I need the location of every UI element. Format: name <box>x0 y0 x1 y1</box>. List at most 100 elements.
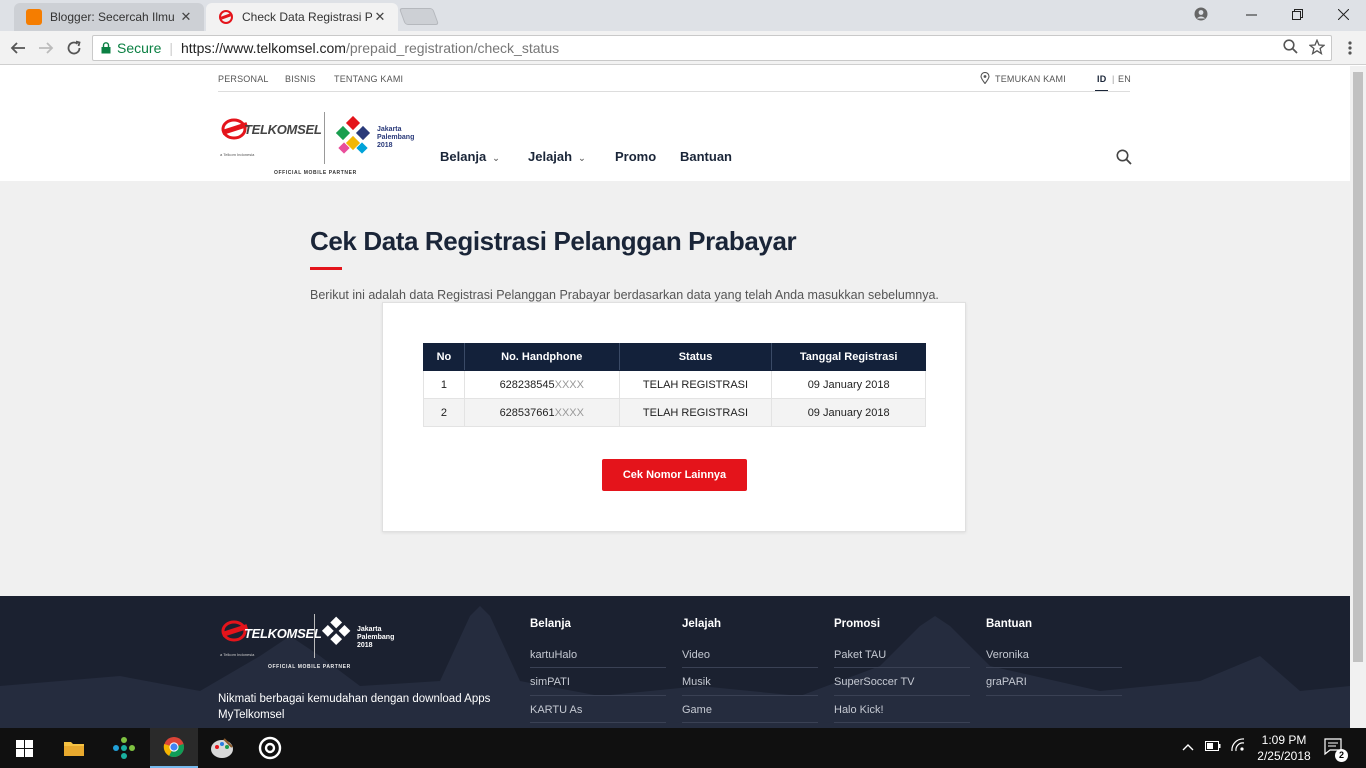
battery-icon[interactable] <box>1205 740 1221 754</box>
chevron-down-icon: ⌄ <box>492 153 500 163</box>
windows-taskbar: 1:09 PM 2/25/2018 2 <box>0 728 1366 768</box>
url-path: /prepaid_registration/check_status <box>345 40 560 56</box>
footer-link-musik[interactable]: Musik <box>682 668 818 696</box>
minimize-window-icon[interactable] <box>1228 0 1274 28</box>
footer-link-halo-kick[interactable]: Halo Kick! <box>834 696 970 723</box>
footer-telkomsel-logo[interactable]: TELKOMSEL a Telkom Indonesia Jakarta Pal… <box>218 614 398 674</box>
close-tab-icon[interactable]: ✕ <box>372 9 388 25</box>
tab-title: Check Data Registrasi Pr <box>242 10 372 24</box>
windows-start-icon[interactable] <box>0 728 48 768</box>
temple-silhouette-background <box>0 606 1350 728</box>
paint-app-icon[interactable] <box>198 728 246 768</box>
topnav-tentang-kami[interactable]: TENTANG KAMI <box>334 74 403 84</box>
download-app-text: Nikmati berbagai kemudahan dengan downlo… <box>218 693 491 721</box>
telkomsel-logo[interactable]: TELKOMSEL a Telkom Indonesia Jakarta Pal… <box>218 112 428 178</box>
nav-promo[interactable]: Promo <box>615 149 656 164</box>
column-header-date: Tanggal Registrasi <box>771 343 926 371</box>
official-partner-text: OFFICIAL MOBILE PARTNER <box>268 664 351 670</box>
footer-link-grapari[interactable]: graPARI <box>986 668 1122 696</box>
footer-link-simpati[interactable]: simPATI <box>530 668 666 696</box>
new-tab-button[interactable] <box>398 8 440 25</box>
registration-table: No No. Handphone Status Tanggal Registra… <box>423 343 926 427</box>
footer-link-paket-tau[interactable]: Paket TAU <box>834 648 970 668</box>
reload-icon[interactable] <box>62 36 86 60</box>
footer-link-veronika[interactable]: Veronika <box>986 648 1122 668</box>
footer-column-title: Bantuan <box>986 618 1032 630</box>
media-app-icon[interactable] <box>246 728 294 768</box>
footer-column-title: Belanja <box>530 618 571 630</box>
chrome-menu-icon[interactable] <box>1338 36 1362 60</box>
footer-link-video[interactable]: Video <box>682 648 818 668</box>
search-icon[interactable] <box>1116 149 1132 170</box>
telkomsel-favicon-icon <box>219 10 233 24</box>
cell-status: TELAH REGISTRASI <box>618 370 773 399</box>
page-scrollbar[interactable] <box>1350 66 1366 728</box>
cell-status: TELAH REGISTRASI <box>618 398 773 427</box>
notification-count-badge: 2 <box>1335 749 1348 762</box>
footer-column-belanja: Belanja kartuHalo simPATI KARTU As <box>530 618 666 723</box>
check-other-number-button[interactable]: Cek Nomor Lainnya <box>602 459 747 491</box>
url-host: https://www.telkomsel.com <box>181 40 346 56</box>
nav-jelajah[interactable]: Jelajah ⌄ <box>528 149 586 164</box>
language-en[interactable]: EN <box>1118 74 1131 84</box>
phone-mask: XXXX <box>554 406 584 419</box>
official-partner-text: OFFICIAL MOBILE PARTNER <box>274 170 357 176</box>
cell-no: 1 <box>423 370 465 399</box>
column-header-phone: No. Handphone <box>463 343 620 371</box>
logo-brand-text: TELKOMSEL <box>244 626 322 641</box>
browser-tab-strip: Blogger: Secercah Ilmu - ✕ Check Data Re… <box>0 0 1366 31</box>
nav-belanja[interactable]: Belanja ⌄ <box>440 149 500 164</box>
nav-bantuan[interactable]: Bantuan <box>680 149 732 164</box>
page-viewport: PERSONAL BISNIS TENTANG KAMI TEMUKAN KAM… <box>0 66 1350 728</box>
browser-tab-telkomsel[interactable]: Check Data Registrasi Pr ✕ <box>206 3 398 31</box>
chevron-down-icon: ⌄ <box>578 153 586 163</box>
footer-link-kartuhalo[interactable]: kartuHalo <box>530 648 666 668</box>
profile-icon[interactable] <box>1178 0 1224 28</box>
footer-column-jelajah: Jelajah Video Musik Game <box>682 618 818 723</box>
file-explorer-icon[interactable] <box>50 728 98 768</box>
logo-brand-text: TELKOMSEL <box>244 122 322 137</box>
address-bar[interactable]: Secure | https://www.telkomsel.com/prepa… <box>92 35 1332 61</box>
lock-icon <box>101 42 111 54</box>
language-separator: | <box>1112 74 1115 84</box>
table-header-row: No No. Handphone Status Tanggal Registra… <box>423 343 926 371</box>
bookmark-star-icon[interactable] <box>1308 38 1326 59</box>
restore-window-icon[interactable] <box>1274 0 1320 28</box>
topnav-personal[interactable]: PERSONAL <box>218 74 269 84</box>
page-description: Berikut ini adalah data Registrasi Pelan… <box>310 288 939 302</box>
wifi-icon[interactable] <box>1230 738 1246 755</box>
back-arrow-icon[interactable] <box>6 36 30 60</box>
forward-arrow-icon[interactable] <box>34 36 58 60</box>
tab-title: Blogger: Secercah Ilmu - <box>50 10 178 24</box>
clock-date: 2/25/2018 <box>1257 749 1311 763</box>
chrome-taskbar-icon[interactable] <box>150 728 198 768</box>
show-hidden-icons-chevron-icon[interactable] <box>1182 740 1194 754</box>
system-clock[interactable]: 1:09 PM 2/25/2018 <box>1246 732 1322 764</box>
browser-toolbar: Secure | https://www.telkomsel.com/prepa… <box>0 31 1366 65</box>
logo-subtext: a Telkom Indonesia <box>220 152 255 157</box>
close-tab-icon[interactable]: ✕ <box>178 9 194 25</box>
cell-no: 2 <box>423 398 465 427</box>
blogger-favicon-icon <box>26 9 42 25</box>
topnav-divider <box>218 91 1130 92</box>
secure-label: Secure <box>117 40 162 56</box>
phone-mask: XXXX <box>554 378 584 391</box>
pinned-app-icon[interactable] <box>100 728 148 768</box>
footer-link-supersoccer-tv[interactable]: SuperSoccer TV <box>834 668 970 696</box>
footer-column-bantuan: Bantuan Veronika graPARI <box>986 618 1122 696</box>
column-header-no: No <box>423 343 465 371</box>
footer-column-promosi: Promosi Paket TAU SuperSoccer TV Halo Ki… <box>834 618 970 723</box>
topnav-bisnis[interactable]: BISNIS <box>285 74 316 84</box>
browser-tab-blogger[interactable]: Blogger: Secercah Ilmu - ✕ <box>14 3 204 31</box>
location-pin-icon[interactable] <box>980 71 990 86</box>
site-header: PERSONAL BISNIS TENTANG KAMI TEMUKAN KAM… <box>0 66 1350 181</box>
zoom-search-icon[interactable] <box>1283 39 1298 58</box>
site-footer: TELKOMSEL a Telkom Indonesia Jakarta Pal… <box>0 596 1350 728</box>
store-locator-link[interactable]: TEMUKAN KAMI <box>995 74 1066 84</box>
footer-link-kartu-as[interactable]: KARTU As <box>530 696 666 723</box>
close-window-icon[interactable] <box>1320 0 1366 28</box>
scrollbar-thumb[interactable] <box>1353 72 1363 662</box>
cell-date: 09 January 2018 <box>771 370 926 399</box>
language-id[interactable]: ID <box>1097 74 1106 84</box>
footer-link-game[interactable]: Game <box>682 696 818 723</box>
